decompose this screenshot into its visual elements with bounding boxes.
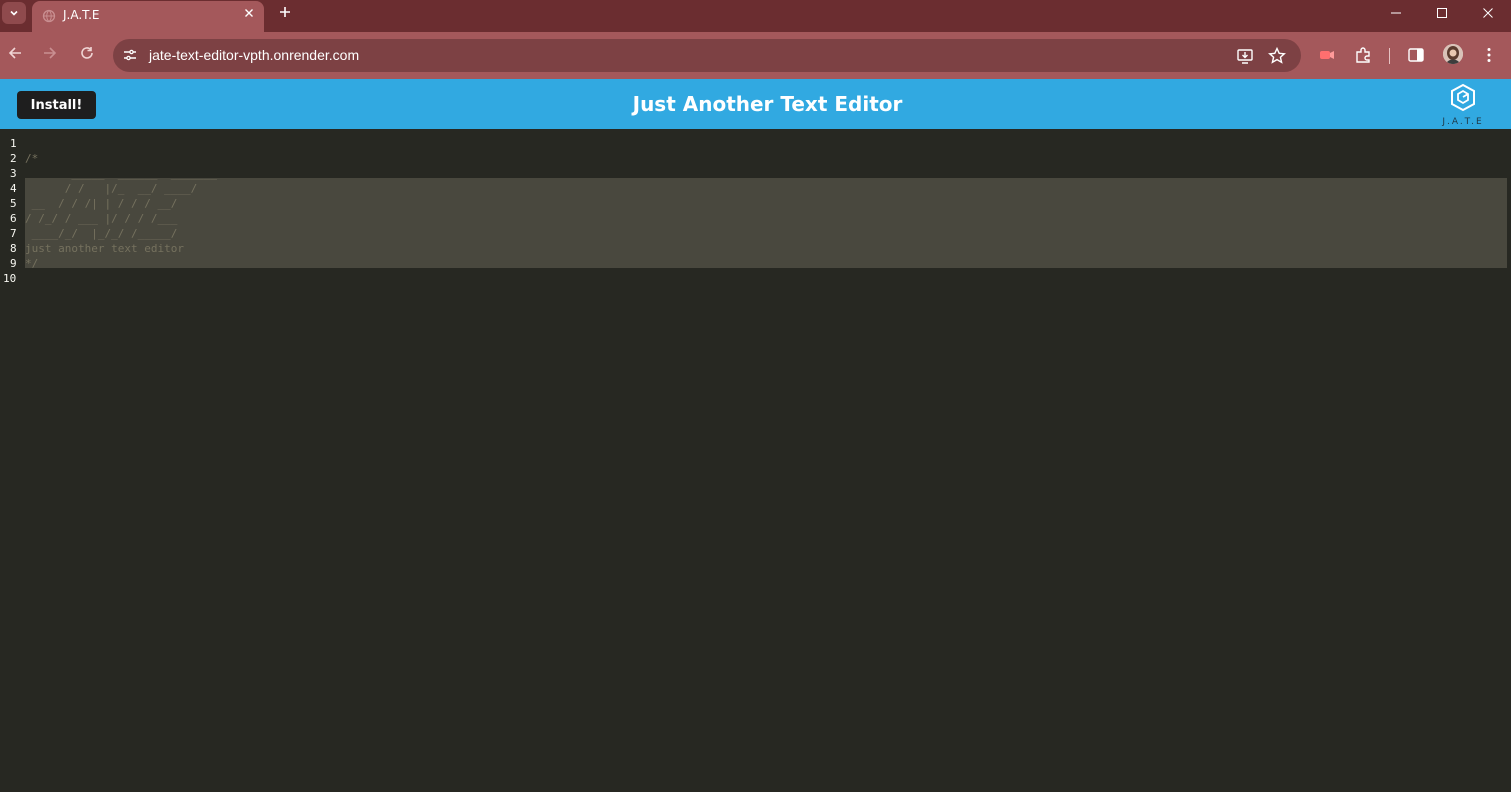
line-number: 4 [10, 182, 17, 195]
browser-toolbar: jate-text-editor-vpth.onrender.com [0, 32, 1511, 79]
line-number: 10 [3, 272, 17, 285]
code-lines[interactable]: /* _____ ______ _______ / / |/_ __/ ____… [25, 136, 1507, 286]
line-number: 3 [10, 167, 17, 180]
forward-button[interactable] [38, 44, 62, 68]
install-app-icon[interactable] [1235, 46, 1255, 66]
line-number: 2 [10, 152, 17, 165]
logo-icon [1451, 83, 1475, 112]
page-title: Just Another Text Editor [632, 92, 903, 116]
tab-title: J.A.T.E [63, 8, 100, 22]
globe-icon [42, 9, 56, 23]
line-number: 8 [10, 242, 17, 255]
close-icon [245, 9, 253, 17]
close-window-button[interactable] [1465, 0, 1511, 26]
line-number: 5 [10, 197, 17, 210]
minimize-icon [1391, 12, 1401, 14]
minimize-button[interactable] [1373, 0, 1419, 26]
chevron-down-icon [10, 10, 18, 16]
app-logo: J.A.T.E [1440, 83, 1486, 129]
line-number: 9 [10, 257, 17, 270]
profile-avatar[interactable] [1443, 44, 1463, 64]
code-line[interactable]: just another text editor [25, 241, 1507, 256]
code-line[interactable]: / /_/ / ___ |/ / / /___ [25, 211, 1507, 226]
star-icon[interactable] [1267, 46, 1287, 66]
code-editor[interactable]: 1 2 3 4 5 6 7 8 9 10 /* _____ ______ ___… [0, 129, 1511, 792]
tune-icon[interactable] [121, 46, 139, 64]
address-bar[interactable]: jate-text-editor-vpth.onrender.com [113, 39, 1301, 72]
new-tab-button[interactable] [274, 2, 296, 24]
maximize-button[interactable] [1419, 0, 1465, 26]
extension-icon[interactable] [1317, 45, 1337, 65]
side-panel-icon[interactable] [1406, 45, 1426, 65]
tab-search-button[interactable] [2, 2, 26, 24]
code-line[interactable]: */ [25, 256, 1507, 271]
line-number: 1 [10, 137, 17, 150]
avatar-icon [1443, 44, 1463, 64]
maximize-icon [1437, 8, 1447, 18]
line-number: 6 [10, 212, 17, 225]
tab-close-button[interactable] [240, 5, 258, 23]
browser-tabstrip: J.A.T.E [0, 0, 1511, 32]
code-line[interactable]: ____/_/ |_/_/ /_____/ [25, 226, 1507, 241]
url-text: jate-text-editor-vpth.onrender.com [149, 47, 360, 63]
plus-icon [280, 7, 290, 17]
code-line[interactable] [25, 271, 1507, 286]
code-line[interactable]: / / |/_ __/ ____/ [25, 181, 1507, 196]
back-button[interactable] [3, 44, 27, 68]
logo-text: J.A.T.E [1442, 117, 1484, 127]
toolbar-divider [1389, 48, 1390, 64]
arrow-left-icon [8, 47, 21, 59]
code-line[interactable]: _____ ______ _______ [25, 166, 1507, 181]
kebab-menu-icon[interactable] [1479, 45, 1499, 65]
code-line[interactable]: __ / / /| | / / / __/ [25, 196, 1507, 211]
code-line[interactable] [25, 136, 1507, 151]
arrow-right-icon [44, 47, 57, 59]
app-header: Install! Just Another Text Editor J.A.T.… [0, 79, 1511, 129]
line-number: 7 [10, 227, 17, 240]
puzzle-icon[interactable] [1353, 45, 1373, 65]
close-icon [1483, 8, 1493, 18]
browser-tab[interactable]: J.A.T.E [32, 1, 264, 32]
code-line[interactable]: /* [25, 151, 1507, 166]
line-number-gutter: 1 2 3 4 5 6 7 8 9 10 [0, 136, 24, 286]
reload-button[interactable] [75, 44, 99, 68]
reload-icon [81, 47, 93, 59]
